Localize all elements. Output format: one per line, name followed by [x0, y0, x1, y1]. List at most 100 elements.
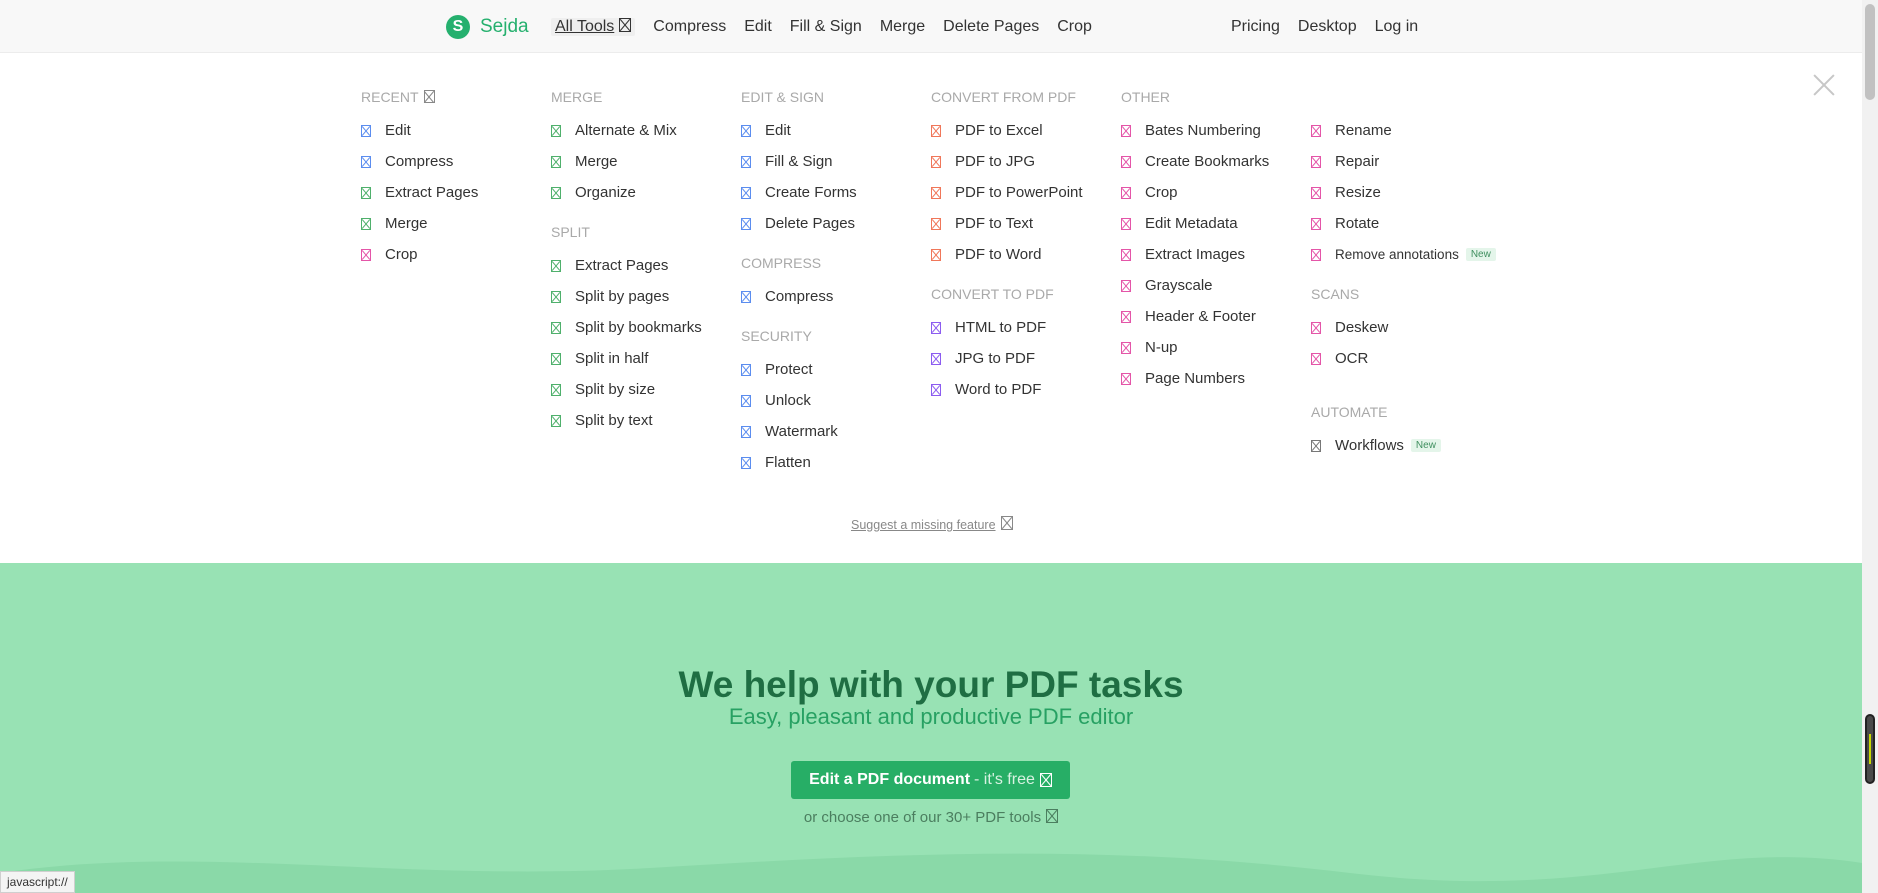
tool-label: Extract Images	[1145, 246, 1246, 263]
pdf-tool-icon	[931, 155, 941, 168]
tool-link[interactable]: Extract Images	[1121, 239, 1311, 270]
section-title: SECURITY	[741, 328, 812, 344]
tool-link[interactable]: Edit	[361, 115, 551, 146]
tool-link[interactable]: Crop	[361, 239, 551, 270]
tool-link[interactable]: Split by bookmarks	[551, 312, 741, 343]
tool-link[interactable]: Unlock	[741, 385, 931, 416]
tool-label: Crop	[1145, 184, 1178, 201]
tool-link[interactable]: Merge	[361, 208, 551, 239]
tool-link[interactable]: Page Numbers	[1121, 363, 1311, 394]
tool-link[interactable]: Create Bookmarks	[1121, 146, 1311, 177]
tool-link[interactable]: HTML to PDF	[931, 312, 1121, 343]
nav-fill-sign[interactable]: Fill & Sign	[790, 18, 862, 36]
tool-link[interactable]: Workflows New	[1311, 430, 1501, 461]
nav-compress[interactable]: Compress	[653, 18, 726, 36]
nav-desktop[interactable]: Desktop	[1298, 18, 1357, 36]
tool-link[interactable]: Merge	[551, 146, 741, 177]
tool-link[interactable]: Fill & Sign	[741, 146, 931, 177]
tool-link[interactable]: PDF to PowerPoint	[931, 177, 1121, 208]
suggest-feature-link[interactable]: Suggest a missing feature	[851, 516, 1013, 532]
tool-label: Merge	[575, 153, 618, 170]
tool-link[interactable]: Split by size	[551, 374, 741, 405]
tool-link[interactable]: Split in half	[551, 343, 741, 374]
tool-link[interactable]: Alternate & Mix	[551, 115, 741, 146]
tool-link[interactable]: Resize	[1311, 177, 1501, 208]
pdf-tool-icon	[741, 425, 751, 438]
pdf-tool-icon	[551, 352, 561, 365]
tool-link[interactable]: PDF to Word	[931, 239, 1121, 270]
nav-pricing[interactable]: Pricing	[1231, 18, 1280, 36]
nav-login[interactable]: Log in	[1375, 18, 1419, 36]
pdf-tool-icon	[361, 124, 371, 137]
tool-link[interactable]: Edit Metadata	[1121, 208, 1311, 239]
tool-label: Compress	[385, 153, 454, 170]
section-title-text: RECENT	[361, 89, 419, 105]
pdf-tool-icon	[741, 186, 751, 199]
tool-link[interactable]: Word to PDF	[931, 374, 1121, 405]
logo[interactable]: S Sejda	[446, 15, 529, 39]
tool-label: Extract Pages	[385, 184, 479, 201]
pdf-tool-icon	[1311, 248, 1321, 261]
nav-crop[interactable]: Crop	[1057, 18, 1092, 36]
section-title: SCANS	[1311, 286, 1360, 302]
nav-edit[interactable]: Edit	[744, 18, 772, 36]
section-convert-to: CONVERT TO PDF HTML to PDF JPG to PDF Word…	[931, 286, 1121, 405]
tool-label: PDF to Text	[955, 215, 1034, 232]
tool-link[interactable]: Split by text	[551, 405, 741, 436]
pdf-tool-icon	[741, 456, 751, 469]
tool-link[interactable]: JPG to PDF	[931, 343, 1121, 374]
tool-label: Delete Pages	[765, 215, 856, 232]
tool-link[interactable]: N-up	[1121, 332, 1311, 363]
nav-merge[interactable]: Merge	[880, 18, 925, 36]
tool-link[interactable]: Flatten	[741, 447, 931, 478]
tool-link[interactable]: Split by pages	[551, 281, 741, 312]
tool-label: Unlock	[765, 392, 811, 409]
tool-link[interactable]: Bates Numbering	[1121, 115, 1311, 146]
tool-link[interactable]: Rename	[1311, 115, 1501, 146]
tool-link[interactable]: Extract Pages	[361, 177, 551, 208]
menu-col-edit: EDIT & SIGN Edit Fill & Sign Create Forms D…	[741, 89, 931, 494]
tool-label: Split by text	[575, 412, 653, 429]
nav-right: Pricing Desktop Log in	[1231, 18, 1418, 36]
tool-link[interactable]: Header & Footer	[1121, 301, 1311, 332]
tool-link[interactable]: Repair	[1311, 146, 1501, 177]
tool-link[interactable]: PDF to JPG	[931, 146, 1121, 177]
tool-link[interactable]: Crop	[1121, 177, 1311, 208]
pdf-tool-icon	[551, 259, 561, 272]
tool-link[interactable]: OCR	[1311, 343, 1501, 374]
tool-label: Edit	[385, 122, 411, 139]
pdf-tool-icon	[741, 217, 751, 230]
tool-link[interactable]: Watermark	[741, 416, 931, 447]
pdf-tool-icon	[1121, 155, 1131, 168]
tool-link[interactable]: Edit	[741, 115, 931, 146]
tool-link[interactable]: PDF to Text	[931, 208, 1121, 239]
tool-label: Organize	[575, 184, 636, 201]
pdf-tool-icon	[1121, 124, 1131, 137]
tool-label: Watermark	[765, 423, 838, 440]
tool-link[interactable]: Organize	[551, 177, 741, 208]
tool-link[interactable]: Grayscale	[1121, 270, 1311, 301]
edit-pdf-button[interactable]: Edit a PDF document - it's free	[791, 761, 1070, 799]
tool-label: Compress	[765, 288, 834, 305]
page-scrollbar[interactable]	[1862, 0, 1878, 893]
tool-link[interactable]: Compress	[361, 146, 551, 177]
tool-link[interactable]: Delete Pages	[741, 208, 931, 239]
nav-delete-pages[interactable]: Delete Pages	[943, 18, 1039, 36]
tool-link[interactable]: Protect	[741, 354, 931, 385]
tool-link[interactable]: Rotate	[1311, 208, 1501, 239]
choose-tools-link[interactable]: or choose one of our 30+ PDF tools	[0, 809, 1862, 826]
nav-all-tools[interactable]: All Tools	[551, 18, 636, 36]
pdf-tool-icon	[741, 394, 751, 407]
tool-label: PDF to JPG	[955, 153, 1036, 170]
tool-link[interactable]: PDF to Excel	[931, 115, 1121, 146]
tool-link[interactable]: Deskew	[1311, 312, 1501, 343]
pdf-tool-icon	[741, 124, 751, 137]
pdf-tool-icon	[741, 363, 751, 376]
close-menu-icon[interactable]	[1812, 73, 1836, 97]
tool-link[interactable]: Remove annotations New	[1311, 239, 1501, 270]
tool-link[interactable]: Create Forms	[741, 177, 931, 208]
scrollbar-thumb[interactable]	[1865, 4, 1875, 100]
cta-main-label: Edit a PDF document	[809, 771, 971, 788]
tool-link[interactable]: Compress	[741, 281, 931, 312]
tool-link[interactable]: Extract Pages	[551, 250, 741, 281]
